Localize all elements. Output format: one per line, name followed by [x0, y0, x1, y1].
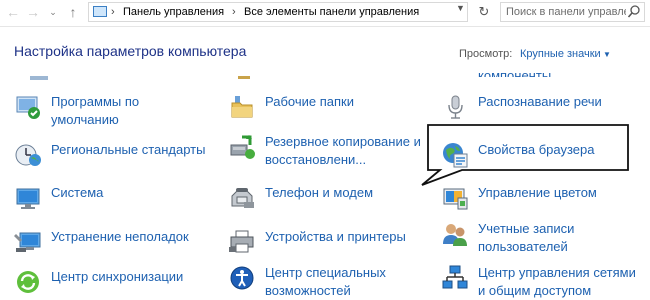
breadcrumb-all-items[interactable]: Все элементы панели управления — [244, 6, 419, 18]
item-label: Телефон и модем — [265, 185, 374, 200]
search-icon[interactable] — [627, 4, 641, 20]
printer-icon — [229, 230, 254, 253]
item-label: Центр управления сетями и общим доступом — [478, 265, 636, 298]
clock-globe-icon — [15, 144, 41, 166]
item-label: Устройства и принтеры — [265, 229, 406, 244]
item-label: Управление цветом — [478, 185, 597, 200]
phone-icon — [231, 188, 254, 208]
item-label: Центр синхронизации — [51, 269, 184, 284]
microphone-icon — [448, 95, 463, 119]
chevron-right-icon[interactable]: › — [111, 6, 115, 18]
breadcrumb-control-panel[interactable]: Панель управления — [123, 6, 224, 18]
item-label: Учетные записи пользователей — [478, 221, 575, 254]
view-mode-dropdown[interactable]: Крупные значки — [520, 48, 601, 60]
item-label: Резервное копирование и восстановлени... — [265, 134, 421, 167]
recent-locations-chevron-icon[interactable]: ⌄ — [44, 3, 62, 21]
internet-options-icon — [443, 143, 468, 168]
up-arrow-icon[interactable]: ↑ — [64, 3, 82, 21]
back-arrow-icon[interactable]: ← — [4, 3, 22, 21]
item-label: Рабочие папки — [265, 94, 354, 109]
cut-off-icon — [238, 76, 250, 79]
forward-arrow-icon[interactable]: → — [24, 3, 42, 21]
address-bar: ← → ⌄ ↑ › Панель управления › Все элемен… — [0, 0, 650, 27]
item-label: Свойства браузера — [478, 142, 595, 157]
search-input[interactable] — [506, 5, 626, 19]
view-label: Просмотр: — [459, 48, 513, 60]
users-icon — [443, 224, 467, 246]
control-panel-icon — [93, 6, 107, 17]
cut-off-icon — [30, 76, 48, 80]
work-folders-icon — [231, 96, 253, 118]
item-label: Распознавание речи — [478, 94, 602, 109]
default-programs-icon — [16, 96, 40, 119]
search-box[interactable] — [500, 2, 645, 22]
view-mode-arrow-icon[interactable]: ▼ — [603, 50, 611, 59]
system-monitor-icon — [16, 188, 40, 209]
item-label: Программы по умолчанию — [51, 94, 140, 127]
item-label: Система — [51, 185, 104, 200]
network-icon — [442, 265, 468, 289]
cut-off-item-label[interactable]: компоненты — [478, 66, 551, 77]
item-label: Региональные стандарты — [51, 142, 206, 157]
page-title: Настройка параметров компьютера — [14, 43, 247, 59]
ease-of-access-icon — [230, 266, 254, 290]
item-label: Устранение неполадок — [51, 229, 189, 244]
breadcrumb[interactable]: › Панель управления › Все элементы панел… — [88, 2, 468, 22]
color-management-icon — [443, 188, 468, 210]
troubleshooting-icon — [14, 232, 41, 252]
item-label: Центр специальных возможностей — [265, 265, 386, 298]
refresh-icon[interactable]: ↻ — [474, 2, 494, 22]
address-dropdown-icon[interactable]: ▼ — [456, 3, 465, 13]
chevron-right-icon[interactable]: › — [232, 6, 236, 18]
backup-icon — [230, 135, 255, 159]
sync-icon — [17, 271, 39, 293]
